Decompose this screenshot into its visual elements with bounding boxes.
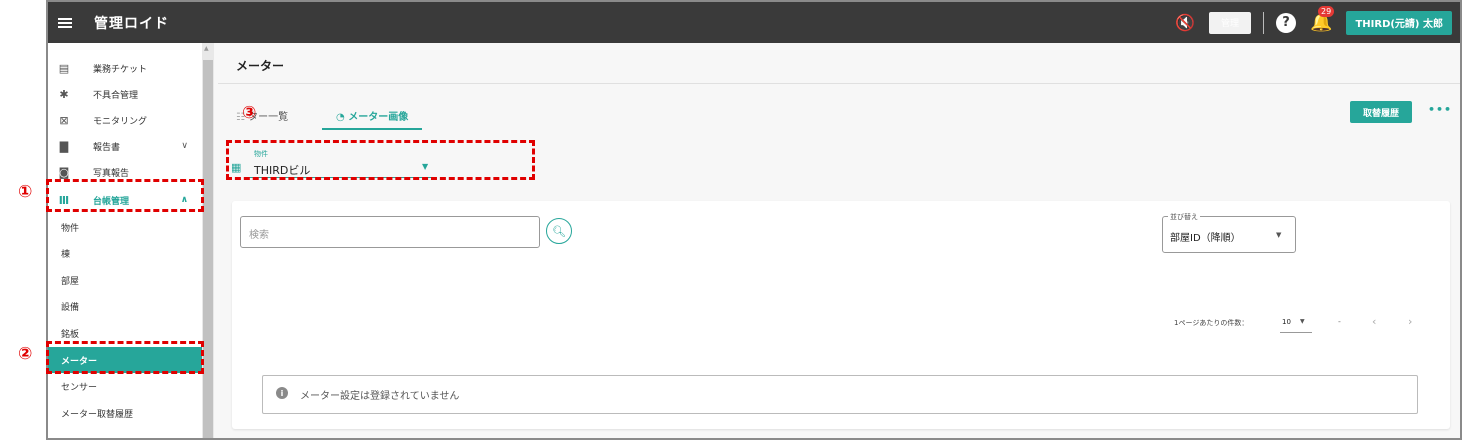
sidebar-sub-label: センサー: [61, 382, 98, 393]
replacement-history-button[interactable]: 取替履歴: [1350, 101, 1412, 123]
page-range: -: [1338, 317, 1341, 326]
tab-meter-image[interactable]: ◔ メーター画像: [336, 108, 408, 123]
user-menu-button[interactable]: THIRD(元請) 太郎: [1346, 10, 1452, 35]
camera-icon: ◙: [58, 165, 70, 179]
annotation-box-ledger: [46, 179, 204, 212]
sidebar-item-label: モニタリング: [93, 116, 148, 127]
dropdown-caret-icon[interactable]: ▼: [1300, 318, 1305, 325]
sidebar-sub-label: 設備: [61, 302, 80, 313]
rows-per-page-label: 1ページあたりの件数：: [1174, 319, 1249, 327]
sidebar-sub-item-equipment[interactable]: 設備: [48, 293, 202, 319]
notification-badge: 29: [1318, 6, 1335, 17]
meter-list-card: 検索 🔍︎ 並び替え 部屋ID（降順） ▼ 1ページあたりの件数： 10 ▼ -…: [232, 201, 1450, 429]
sidebar-sub-label: 部屋: [61, 276, 80, 287]
annotation-box-property: [226, 140, 535, 180]
monitor-icon: ⊠: [59, 113, 69, 127]
rows-per-page-underline: [1280, 332, 1312, 333]
active-tab-indicator: [322, 128, 422, 130]
hamburger-menu-icon[interactable]: [58, 16, 72, 30]
annotation-marker-2: ②: [18, 344, 33, 364]
top-header: 管理ロイド 🔇 管理 ? 🔔 29 THIRD(元請) 太郎: [48, 2, 1460, 43]
more-options-icon[interactable]: •••: [1428, 103, 1452, 116]
gauge-icon: ◔: [336, 112, 345, 123]
sort-value: 部屋ID（降順）: [1170, 233, 1241, 244]
previous-page-icon[interactable]: ‹: [1372, 315, 1376, 328]
info-icon: i: [276, 387, 288, 399]
help-icon[interactable]: ?: [1276, 12, 1297, 33]
document-icon: ▇: [59, 139, 69, 153]
annotation-marker-1: ①: [18, 182, 33, 202]
sidebar-sub-item-room[interactable]: 部屋: [48, 267, 202, 293]
dropdown-caret-icon[interactable]: ▼: [1276, 231, 1281, 239]
sidebar-item-defects[interactable]: ✱ 不具合管理: [48, 81, 202, 107]
sidebar-item-reports[interactable]: ▇ 報告書 ∨: [48, 133, 202, 159]
sidebar-sub-item-property[interactable]: 物件: [48, 214, 202, 240]
sidebar-sub-label: 棟: [61, 249, 71, 260]
sidebar-item-tickets[interactable]: ▤ 業務チケット: [48, 55, 202, 81]
annotation-marker-3: ③: [242, 103, 257, 123]
sidebar-item-monitoring[interactable]: ⊠ モニタリング: [48, 107, 202, 133]
annotation-box-meter: [46, 341, 204, 374]
main-content: メーター ☷ ター一覧 ◔ メーター画像 取替履歴 ••• 物件 ▦ THIRD…: [218, 43, 1460, 438]
app-title: 管理ロイド: [94, 15, 169, 32]
empty-state-message: メーター設定は登録されていません: [300, 391, 460, 402]
sidebar-sub-item-building[interactable]: 棟: [48, 240, 202, 266]
rows-per-page-select[interactable]: 10: [1282, 318, 1291, 326]
title-divider: [218, 83, 1460, 84]
scroll-up-arrow-icon[interactable]: ▲: [204, 45, 209, 52]
sidebar-sub-label: メーター取替履歴: [61, 409, 134, 420]
sidebar-item-label: 業務チケット: [93, 64, 148, 75]
sidebar-item-label: 不具合管理: [93, 90, 139, 101]
app-window: 管理ロイド 🔇 管理 ? 🔔 29 THIRD(元請) 太郎 ▤ 業務チケット …: [46, 0, 1462, 440]
sidebar-sub-item-sensor[interactable]: センサー: [48, 373, 202, 399]
search-icon[interactable]: 🔍︎: [546, 218, 572, 244]
sidebar-sub-label: 物件: [61, 223, 80, 234]
tab-label: メーター画像: [348, 112, 409, 123]
notifications[interactable]: 🔔 29: [1310, 6, 1335, 33]
search-input[interactable]: 検索: [240, 216, 540, 248]
gear-icon: ✱: [59, 87, 69, 101]
sidebar-item-label: 報告書: [93, 142, 121, 153]
sidebar-item-label: 写真報告: [93, 168, 130, 179]
admin-button[interactable]: 管理: [1209, 11, 1252, 34]
mute-icon[interactable]: 🔇: [1175, 13, 1195, 32]
header-divider: [1263, 11, 1265, 34]
sidebar-sub-label: 銘板: [61, 329, 80, 340]
sidebar-scrollbar-thumb[interactable]: [203, 60, 213, 438]
chevron-down-icon: ∨: [181, 141, 188, 151]
sidebar-sub-item-meter-history[interactable]: メーター取替履歴: [48, 400, 202, 426]
sort-label: 並び替え: [1168, 212, 1200, 222]
next-page-icon[interactable]: ›: [1408, 315, 1412, 328]
list-icon: ▤: [58, 61, 70, 75]
sidebar: ▤ 業務チケット ✱ 不具合管理 ⊠ モニタリング ▇ 報告書 ∨ ◙ 写真報告…: [48, 43, 214, 438]
page-title: メーター: [236, 59, 285, 73]
